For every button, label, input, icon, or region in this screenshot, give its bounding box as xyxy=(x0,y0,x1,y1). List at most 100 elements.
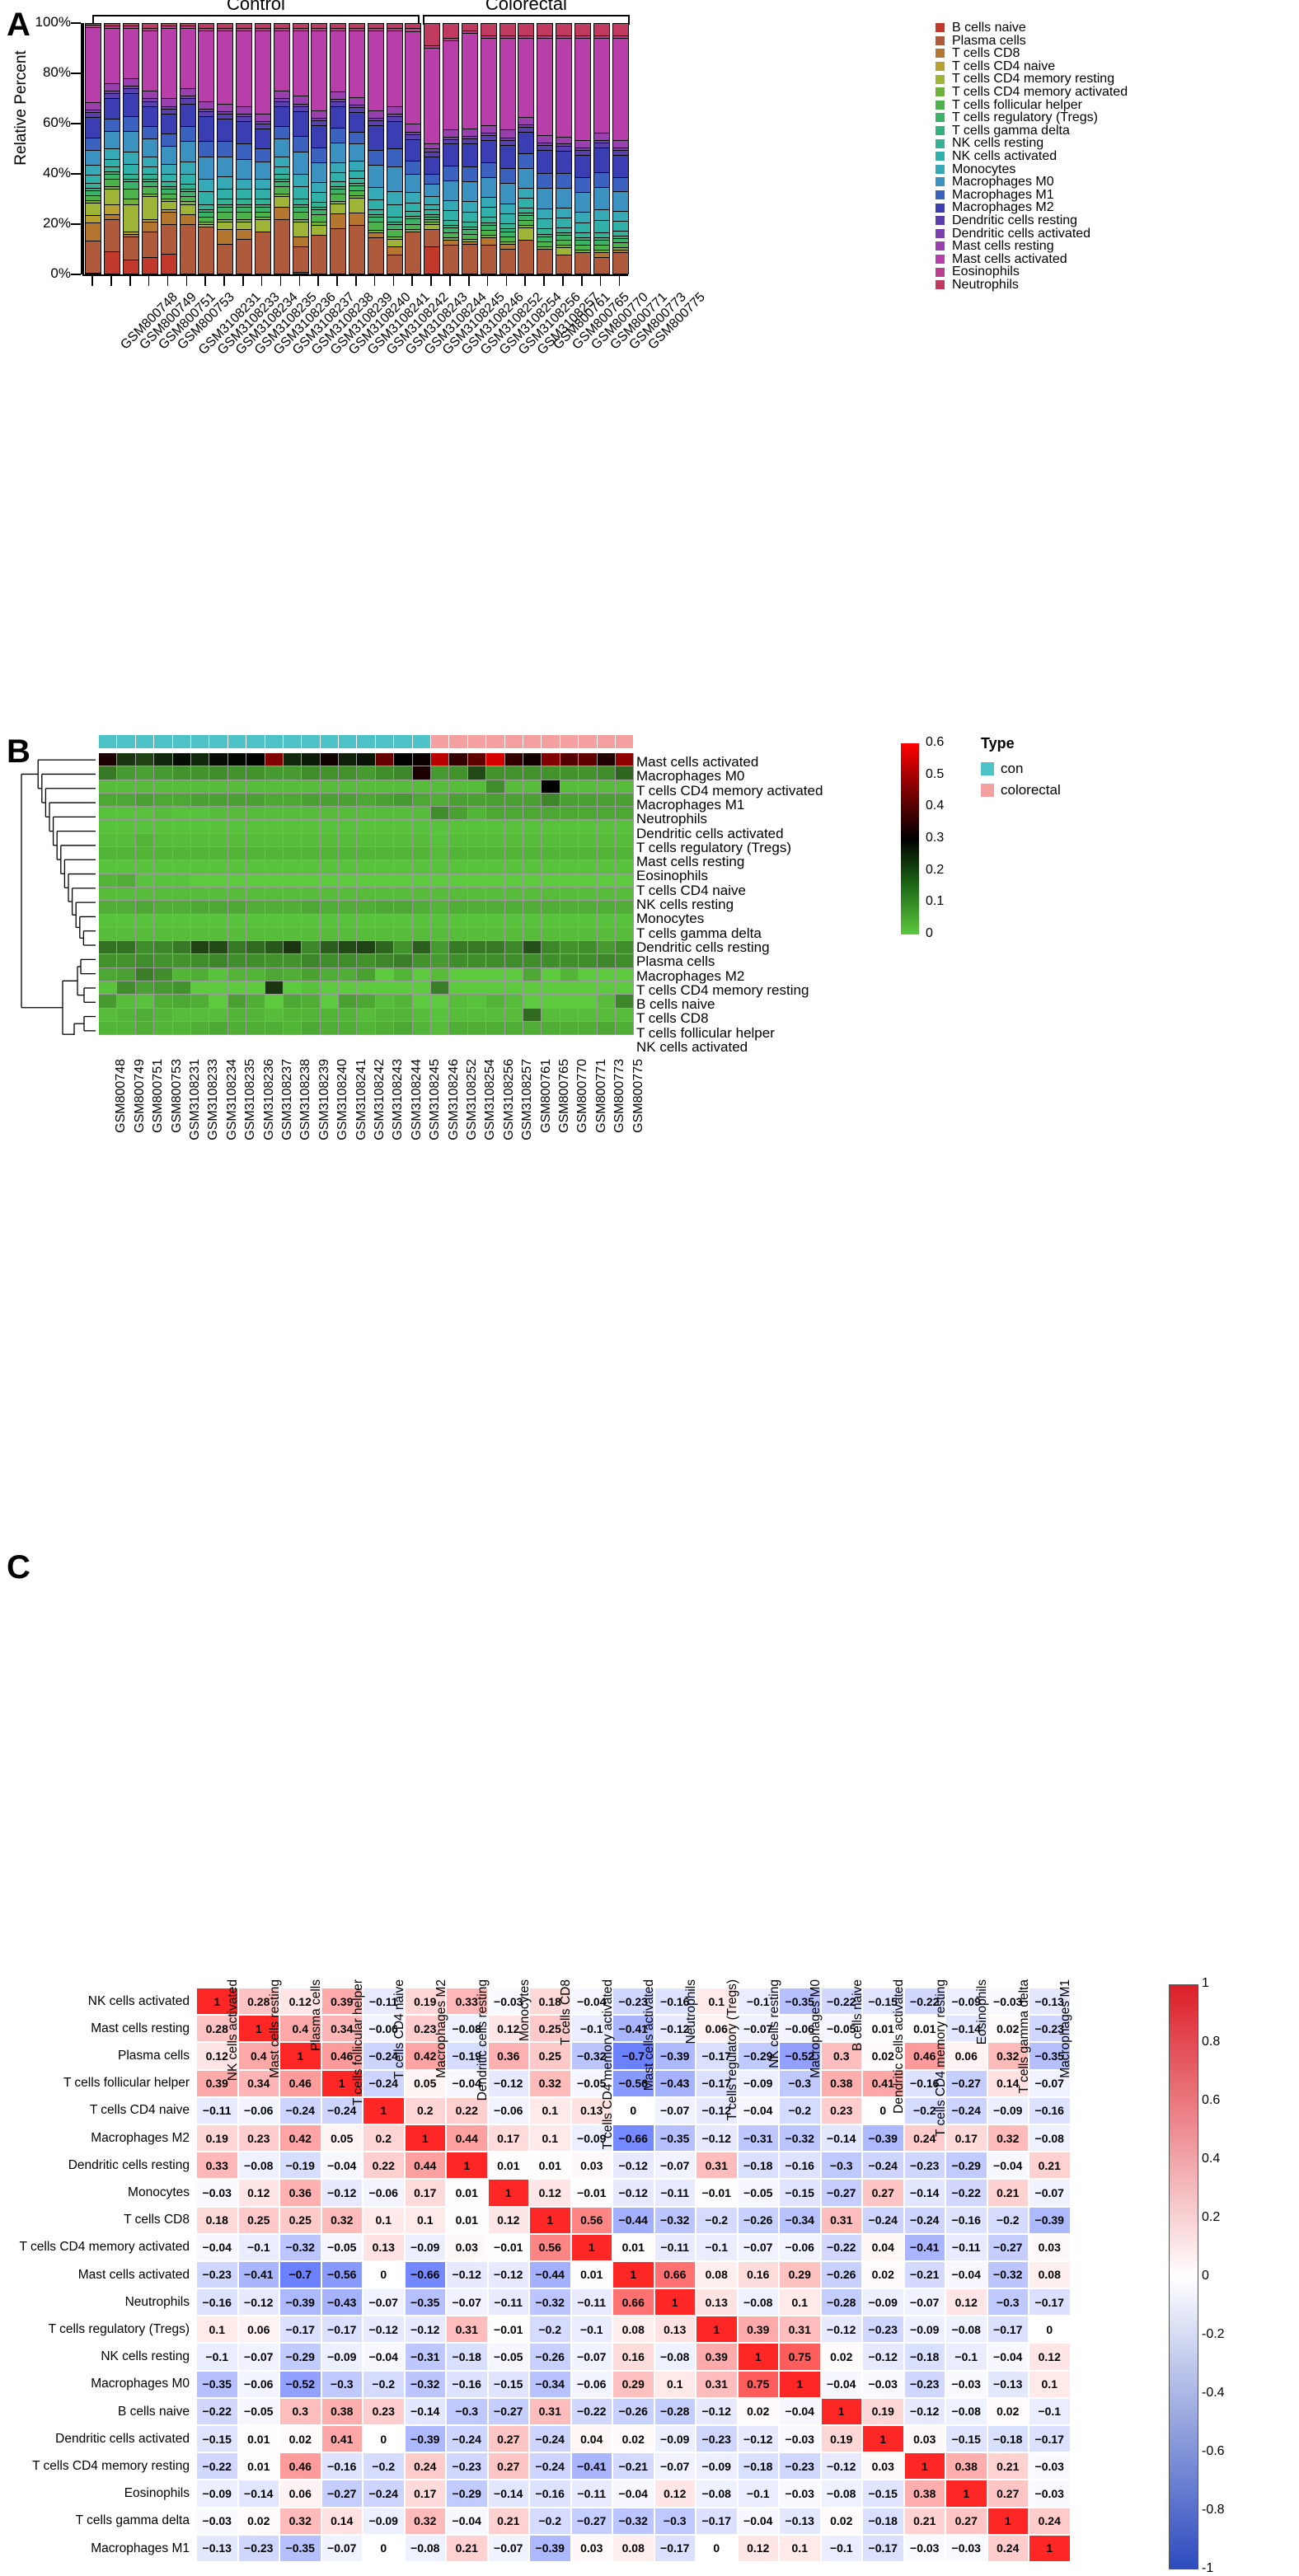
bar-segment xyxy=(462,33,477,129)
legend-item: NK cells resting xyxy=(936,137,1128,150)
correlation-cell: −0.24 xyxy=(529,2425,571,2453)
correlation-cell: −0.07 xyxy=(654,2152,696,2180)
correlation-cell: 0 xyxy=(363,2260,405,2289)
correlation-cell: 0.2 xyxy=(404,2096,446,2124)
correlation-cell: −0.08 xyxy=(820,2480,862,2508)
bar-segment xyxy=(518,239,534,274)
correlation-cell: 0.02 xyxy=(862,2260,904,2289)
stacked-bar xyxy=(405,23,422,274)
correlation-cell: 0.27 xyxy=(862,2179,904,2207)
correlation-cell: 0.12 xyxy=(237,2179,279,2207)
type-annotation-cell xyxy=(579,735,598,748)
stacked-bar xyxy=(424,23,441,274)
correlation-row-label: NK cells resting xyxy=(101,2349,190,2364)
bar-segment xyxy=(556,208,572,218)
correlation-cell: −0.09 xyxy=(737,2069,779,2097)
bar-segment xyxy=(462,129,477,137)
correlation-cell: 0.3 xyxy=(279,2397,321,2425)
correlation-cell: 0.56 xyxy=(529,2233,571,2261)
bar-segment xyxy=(293,211,308,219)
correlation-cell: 0.24 xyxy=(404,2452,446,2480)
correlation-cell: −0.1 xyxy=(696,2233,738,2261)
correlation-cell: −0.04 xyxy=(779,2397,821,2425)
stacked-bar xyxy=(254,23,271,274)
bar-segment xyxy=(368,222,383,230)
bar-segment xyxy=(142,196,157,219)
bar-segment xyxy=(406,139,421,161)
bar-segment xyxy=(406,160,421,174)
bar-segment xyxy=(293,173,308,187)
panel-b-type-annotation-row xyxy=(99,735,635,748)
bar-segment xyxy=(537,134,553,143)
correlation-cell: 0.32 xyxy=(987,2124,1029,2152)
correlation-cell: 0.23 xyxy=(237,2124,279,2152)
bar-segment xyxy=(593,209,609,220)
correlation-cell: −0.04 xyxy=(945,2260,987,2289)
x-tick xyxy=(599,276,602,286)
bar-segment xyxy=(612,176,628,192)
bar-segment xyxy=(499,129,515,138)
correlation-row-label: Dendritic cells resting xyxy=(68,2157,190,2172)
correlation-cell: 0.12 xyxy=(487,2206,529,2234)
correlation-cell: −0.11 xyxy=(654,2233,696,2261)
stacked-bar xyxy=(443,23,460,274)
correlation-cell: −0.11 xyxy=(945,2233,987,2261)
correlation-cell: 0.38 xyxy=(321,2397,363,2425)
bar-segment xyxy=(180,103,195,126)
type-annotation-cell xyxy=(597,735,616,748)
bar-segment xyxy=(349,30,364,97)
correlation-cell: 0.75 xyxy=(737,2370,779,2398)
correlation-cell: 0.27 xyxy=(987,2480,1029,2508)
bar-segment xyxy=(86,202,101,216)
bar-segment xyxy=(574,139,590,148)
correlation-cell: −0.15 xyxy=(196,2425,238,2453)
bar-segment xyxy=(312,30,327,110)
legend-item: Macrophages M0 xyxy=(936,176,1128,189)
correlation-cell: −0.27 xyxy=(987,2233,1029,2261)
legend-swatch-icon xyxy=(936,190,945,200)
correlation-cell: 0.08 xyxy=(696,2260,738,2289)
correlation-colorbar-tick: 1 xyxy=(1202,1976,1209,1990)
correlation-cell: 0 xyxy=(1029,2316,1071,2344)
x-tick xyxy=(148,276,150,286)
x-tick xyxy=(562,276,564,286)
bar-segment xyxy=(574,38,590,140)
correlation-cell: 0.25 xyxy=(237,2206,279,2234)
legend-item: Mast cells resting xyxy=(936,240,1128,253)
correlation-cell: −0.35 xyxy=(404,2288,446,2316)
bar-segment xyxy=(443,23,459,38)
correlation-cell: −0.12 xyxy=(446,2260,488,2289)
legend-swatch-icon xyxy=(936,126,945,136)
correlation-column-label: Macrophages M2 xyxy=(434,1979,448,2078)
correlation-cell: −0.1 xyxy=(237,2233,279,2261)
bar-segment xyxy=(612,220,628,231)
bar-segment xyxy=(349,143,364,162)
correlation-cell: 1 xyxy=(737,2343,779,2371)
correlation-row-label: Mast cells activated xyxy=(77,2267,190,2282)
correlation-cell: −0.66 xyxy=(612,2124,654,2152)
correlation-cell: 0.36 xyxy=(279,2179,321,2207)
bar-segment xyxy=(142,256,157,274)
correlation-colorbar-tick: -0.6 xyxy=(1202,2444,1225,2458)
x-tick xyxy=(279,276,282,286)
correlation-column-label: Macrophages M0 xyxy=(809,1979,823,2078)
correlation-cell: −0.39 xyxy=(654,2042,696,2070)
bar-segment xyxy=(349,225,364,274)
correlation-row-label: Mast cells resting xyxy=(91,2021,190,2035)
bar-segment xyxy=(255,129,270,149)
correlation-cell: −0.12 xyxy=(820,2452,862,2480)
y-tick-label: 0% xyxy=(50,265,71,281)
legend-item: Neutrophils xyxy=(936,279,1128,292)
heatmap-cell xyxy=(579,753,598,767)
correlation-colorbar-tick: -0.2 xyxy=(1202,2327,1225,2341)
x-tick xyxy=(618,276,621,286)
correlation-cell: 0.02 xyxy=(612,2425,654,2453)
correlation-cell: −0.09 xyxy=(987,2096,1029,2124)
correlation-row-label: T cells gamma delta xyxy=(75,2513,190,2528)
bar-segment xyxy=(368,237,383,274)
correlation-cell: −0.12 xyxy=(363,2316,405,2344)
correlation-cell: 1 xyxy=(862,2425,904,2453)
bar-segment xyxy=(537,249,553,274)
bar-segment xyxy=(199,30,214,101)
panel-c-correlation-matrix: C 1 0.28 0.12 0.39 −0.11 0.19 0.33 −0.03 0.18 −0.… xyxy=(0,766,1299,2575)
